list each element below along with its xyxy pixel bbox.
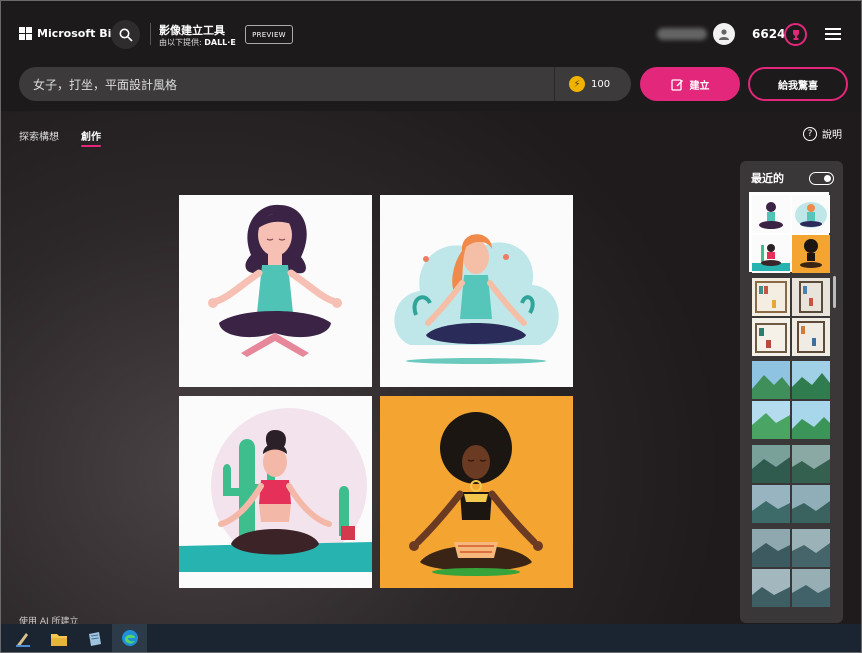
taskbar-notes-app[interactable] xyxy=(77,624,112,652)
rewards-points[interactable]: 6624 xyxy=(752,27,785,41)
taskbar-paint-app[interactable] xyxy=(5,624,40,652)
prompt-separator xyxy=(554,67,555,101)
preview-badge: PREVIEW xyxy=(245,25,293,44)
recent-thumb xyxy=(752,485,790,523)
avatar[interactable] xyxy=(713,23,735,45)
app-window: Microsoft Bing 影像建立工具 由以下提供: DALL·E PREV… xyxy=(0,0,862,653)
trophy-icon xyxy=(792,29,799,40)
create-edit-icon xyxy=(670,78,683,91)
user-icon xyxy=(719,29,729,40)
recent-thumb xyxy=(752,318,790,356)
recent-thumb xyxy=(792,569,830,607)
recent-scrollbar[interactable] xyxy=(833,276,836,308)
top-header: Microsoft Bing 影像建立工具 由以下提供: DALL·E PREV… xyxy=(1,1,861,65)
recent-thumb xyxy=(792,318,830,356)
recent-thumb xyxy=(752,278,790,316)
recent-title: 最近的 xyxy=(751,172,784,185)
recent-thumb xyxy=(792,235,830,273)
prompt-input[interactable] xyxy=(33,67,553,101)
help-label: 說明 xyxy=(822,130,842,141)
recent-group-blue-mountains[interactable] xyxy=(751,528,830,607)
folder-icon xyxy=(50,634,67,646)
recent-thumb xyxy=(792,485,830,523)
provider-name: DALL·E xyxy=(204,38,236,47)
app-title: 影像建立工具 xyxy=(159,24,225,37)
create-label: 建立 xyxy=(689,80,710,92)
taskbar-file-explorer[interactable] xyxy=(41,624,76,652)
header-divider xyxy=(150,23,151,45)
hamburger-menu-button[interactable] xyxy=(825,28,841,40)
recent-thumb xyxy=(792,195,830,233)
recent-group-green-mountains[interactable] xyxy=(751,360,830,439)
recent-group-misty-mountains[interactable] xyxy=(751,444,830,523)
active-tab-indicator xyxy=(81,145,101,147)
recent-thumb xyxy=(752,401,790,439)
boost-bolt-icon: ⚡ xyxy=(569,76,585,92)
generated-image-2[interactable] xyxy=(380,195,573,387)
recent-thumb xyxy=(752,235,790,273)
recent-thumb xyxy=(792,278,830,316)
recent-thumb xyxy=(792,401,830,439)
recent-thumb xyxy=(752,445,790,483)
taskbar xyxy=(1,624,861,652)
microsoft-logo-icon xyxy=(19,27,32,40)
rewards-button[interactable] xyxy=(784,23,807,46)
subtitle-prefix: 由以下提供: xyxy=(159,38,205,47)
username-blurred[interactable] xyxy=(657,28,707,40)
paint-brush-icon xyxy=(15,633,30,647)
create-button[interactable]: 建立 xyxy=(640,67,740,101)
boost-counter[interactable]: ⚡ 100 xyxy=(569,76,610,92)
generated-image-3[interactable] xyxy=(179,396,372,588)
prompt-container: ⚡ 100 xyxy=(19,67,631,101)
tab-explore-ideas[interactable]: 探索構想 xyxy=(19,128,59,143)
recent-group-yoga[interactable] xyxy=(749,192,830,273)
generated-image-1[interactable] xyxy=(179,195,372,387)
recent-thumb xyxy=(792,529,830,567)
recent-toggle[interactable] xyxy=(809,172,834,185)
help-link[interactable]: ? 說明 xyxy=(803,126,842,141)
taskbar-edge-browser[interactable] xyxy=(112,624,147,652)
surprise-me-button[interactable]: 給我驚喜 xyxy=(748,67,848,101)
search-button[interactable] xyxy=(111,20,140,49)
help-question-icon: ? xyxy=(803,126,817,141)
recent-thumb xyxy=(752,529,790,567)
search-icon xyxy=(119,28,133,42)
recent-thumb xyxy=(752,195,790,233)
recent-thumb xyxy=(792,445,830,483)
recent-panel: 最近的 xyxy=(740,161,843,623)
boost-count: 100 xyxy=(591,78,611,90)
notebook-icon xyxy=(88,632,101,646)
app-subtitle: 由以下提供: DALL·E xyxy=(159,37,236,48)
edge-browser-icon xyxy=(121,630,138,646)
recent-thumb xyxy=(792,361,830,399)
recent-thumb xyxy=(752,361,790,399)
generated-image-4[interactable] xyxy=(380,396,573,588)
recent-thumb xyxy=(752,569,790,607)
recent-group-bookshelves[interactable] xyxy=(751,277,830,356)
tab-creations[interactable]: 創作 xyxy=(81,128,101,143)
